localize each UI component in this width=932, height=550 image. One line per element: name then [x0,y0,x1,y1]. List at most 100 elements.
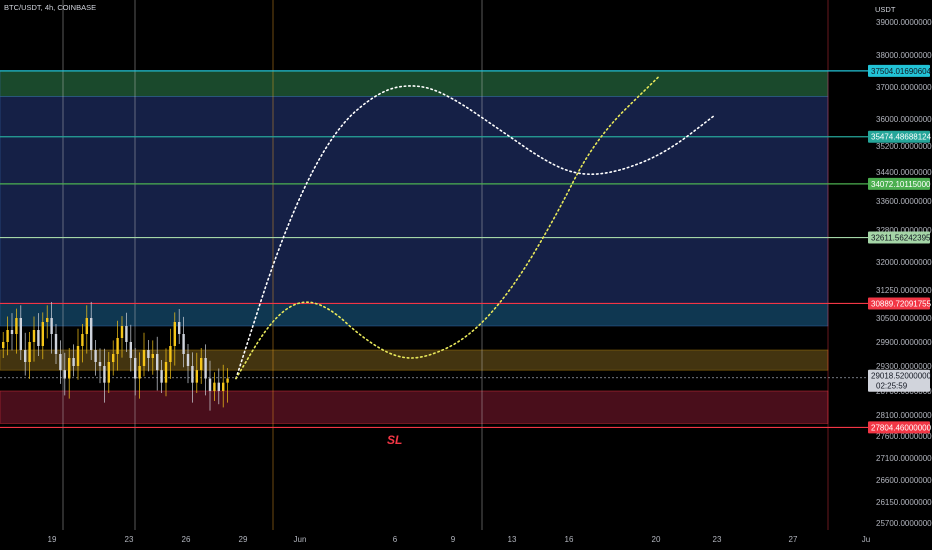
candle-body [59,354,62,371]
candle-body [178,322,181,334]
time-tick: Ju [862,535,870,544]
price-tick: 27100.00000000 [876,454,932,463]
time-tick: 6 [393,535,398,544]
candle-body [41,322,44,346]
price-tick: 34400.00000000 [876,168,932,177]
candle-body [226,378,229,383]
candle-body [103,366,106,383]
time-tick: 16 [565,535,574,544]
time-tick: 29 [239,535,248,544]
time-tick: Jun [294,535,307,544]
price-tick: 26600.00000000 [876,476,932,485]
price-tick: 32000.00000000 [876,258,932,267]
time-tick: 9 [451,535,456,544]
chart[interactable]: BTC/USDT, 4h, COINBASE SL USDT 39000.000… [0,0,932,550]
candle-body [72,358,75,366]
price-badge-label: 34072.10115000 [871,180,931,189]
candle-body [138,366,141,379]
candle-body [222,382,225,391]
price-tick: 35200.00000000 [876,142,932,151]
candle-body [85,318,88,334]
price-badge-label: 27804.46000000 [871,423,932,432]
candle-body [28,342,31,362]
candle-body [173,322,176,346]
current-price-label: 29018.52000000 [871,372,932,381]
candle-body [204,358,207,379]
zone-teal [0,303,829,327]
price-badge-label: 30889.72091755 [871,299,932,308]
candle-body [147,350,150,358]
price-tick: 29300.00000000 [876,362,932,371]
price-tick: 33600.00000000 [876,197,932,206]
price-badge-label: 35474.48688124 [871,133,932,142]
price-tick: 29900.00000000 [876,338,932,347]
candle-body [151,354,154,358]
candle-body [10,330,14,334]
candle-body [217,382,220,391]
candle-body [112,354,115,362]
price-tick: 39000.00000000 [876,18,932,27]
candle-body [90,318,93,350]
candle-body [24,350,27,362]
candle-body [32,330,36,342]
candle-body [164,362,168,383]
price-tick: 30500.00000000 [876,314,932,323]
price-badge-label: 32611.56242395 [871,234,931,243]
candle-body [54,334,58,354]
candle-body [94,350,97,362]
zone-green [0,70,829,97]
candle-body [107,362,110,383]
candle-body [129,342,132,358]
candle-body [2,342,5,348]
candle-body [213,382,216,391]
time-tick: 20 [652,535,661,544]
candle-body [46,318,49,322]
price-tick: 31250.00000000 [876,286,932,295]
time-tick: 23 [713,535,722,544]
candle-body [19,318,22,350]
candle-body [191,366,194,383]
countdown-label: 02:25:59 [876,382,908,391]
zone-red [0,390,829,424]
candle-body [68,358,71,379]
zones-layer [0,70,829,424]
time-axis-ticks: 19 23 26 29 Jun 6 9 13 16 20 23 27 Ju [0,530,932,550]
price-tick: 36000.00000000 [876,115,932,124]
candle-body [37,330,40,346]
candle-body [63,370,66,379]
candle-body [182,334,185,354]
candle-body [169,346,172,362]
stop-loss-label: SL [387,433,402,447]
candle-body [160,370,163,383]
candle-body [76,346,80,366]
candle-body [200,358,203,371]
candle-body [125,326,128,342]
zone-blue [0,96,829,304]
candle-body [50,318,53,334]
symbol-header: BTC/USDT, 4h, COINBASE [4,3,96,12]
candle-body [186,354,190,366]
candle-body [116,338,119,354]
price-tick: 37000.00000000 [876,83,932,92]
candle-body [208,378,212,391]
candle-body [195,370,198,383]
candle-body [156,354,159,371]
candle-body [142,350,146,366]
price-tick: 25700.00000000 [876,519,932,528]
candle-body [15,318,18,334]
price-badge-label: 37504.01690604 [871,67,932,76]
price-axis-unit: USDT [875,5,896,14]
time-tick: 13 [508,535,517,544]
time-tick: 23 [125,535,134,544]
time-tick: 19 [48,535,57,544]
chart-canvas[interactable]: BTC/USDT, 4h, COINBASE SL USDT 39000.000… [0,0,932,550]
price-tick: 38000.00000000 [876,51,932,60]
time-tick: 27 [789,535,798,544]
candle-body [81,334,84,346]
time-tick: 26 [182,535,191,544]
price-tick: 26150.00000000 [876,498,932,507]
zone-orange [0,349,829,371]
candle-body [98,362,102,366]
candle-body [134,358,137,379]
candle-body [6,330,9,342]
